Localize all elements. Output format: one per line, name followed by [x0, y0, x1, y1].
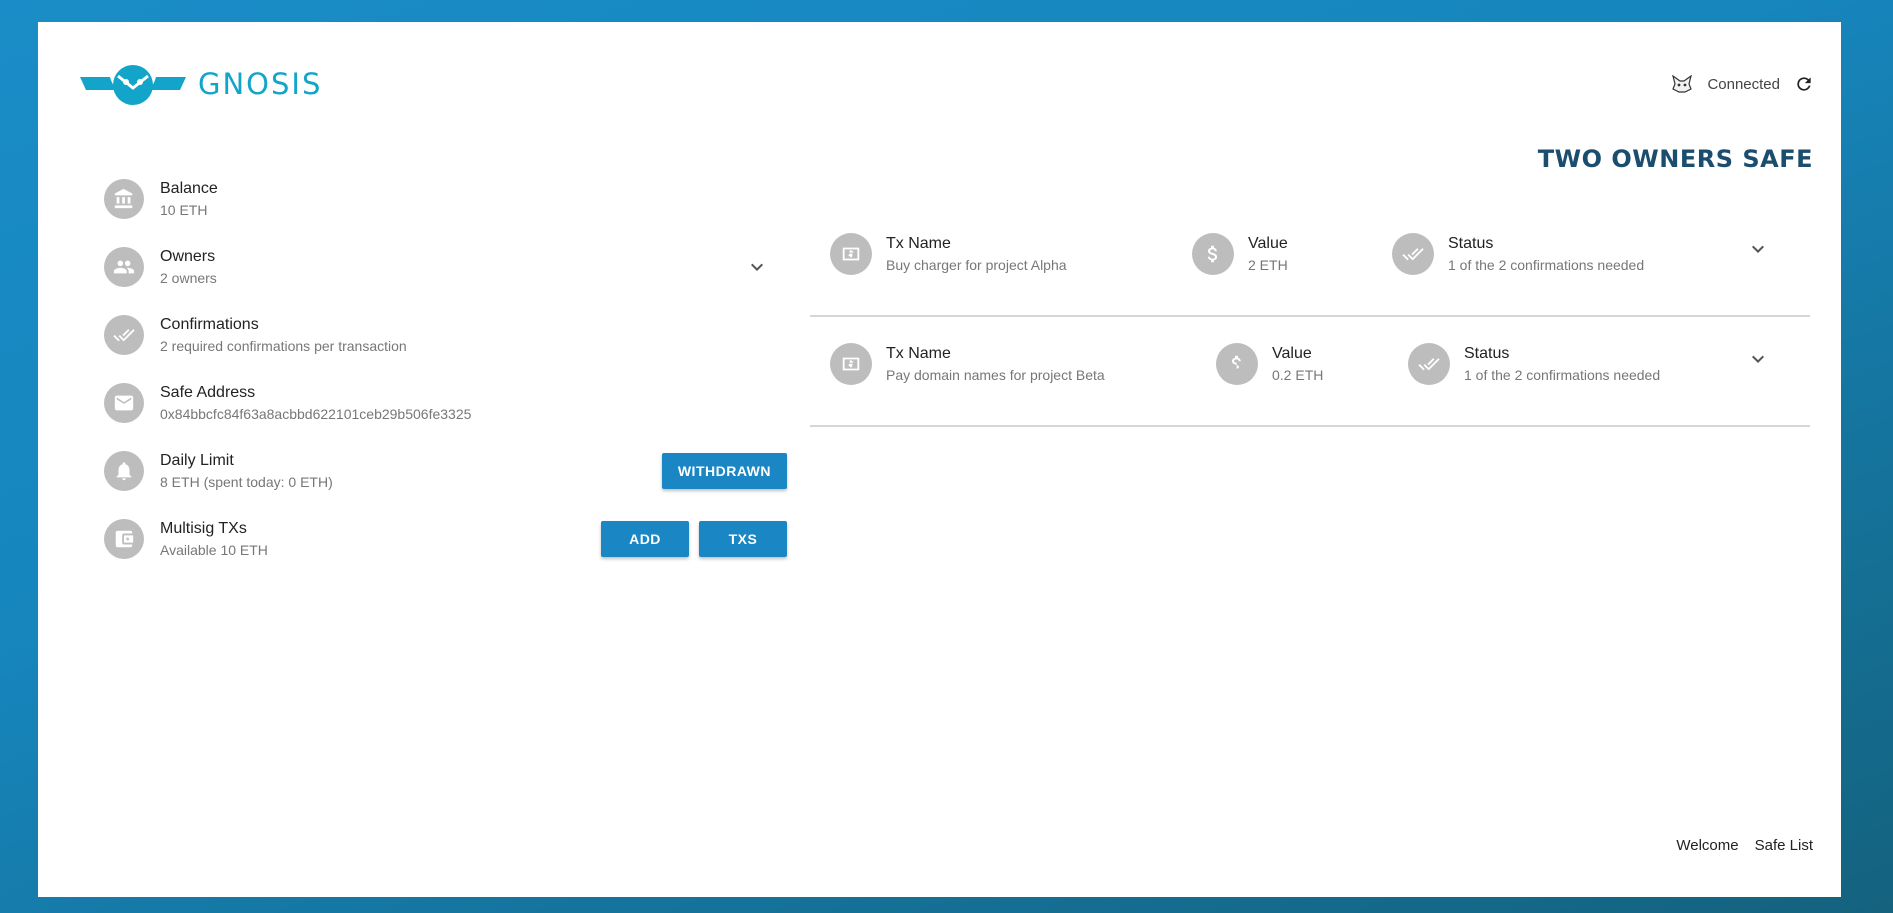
daily-limit-value: 8 ETH (spent today: 0 ETH): [160, 474, 333, 490]
chevron-down-icon[interactable]: [1746, 347, 1770, 371]
safe-title: TWO OWNERS SAFE: [1537, 145, 1813, 173]
double-check-icon: [1392, 233, 1434, 275]
tx-name-value: Buy charger for project Alpha: [886, 257, 1067, 273]
transaction-row[interactable]: Tx Name Buy charger for project Alpha Va…: [810, 207, 1810, 317]
tx-name-label: Tx Name: [886, 345, 951, 362]
wallet-icon: [104, 519, 144, 559]
bank-icon: [104, 179, 144, 219]
confirmations-label: Confirmations: [160, 316, 259, 333]
main-card: GNOSIS Connected TWO OWNERS SAFE Balance…: [38, 22, 1841, 897]
refresh-icon[interactable]: [1794, 74, 1814, 94]
chevron-down-icon[interactable]: [745, 255, 769, 279]
logo-text: GNOSIS: [198, 67, 323, 101]
safe-address-value: 0x84bbcfc84f63a8acbbd622101ceb29b506fe33…: [160, 406, 472, 422]
owners-value: 2 owners: [160, 270, 217, 286]
balance-value: 10 ETH: [160, 202, 208, 218]
welcome-link[interactable]: Welcome: [1676, 837, 1738, 854]
safe-details-list: Balance 10 ETH Owners 2 owners Confirmat…: [104, 165, 787, 573]
tx-value-cell: Value 0.2 ETH: [1216, 343, 1323, 385]
tx-value: 0.2 ETH: [1272, 367, 1324, 383]
transaction-row[interactable]: Tx Name Pay domain names for project Bet…: [810, 317, 1810, 427]
tx-name-label: Tx Name: [886, 235, 951, 252]
txs-button[interactable]: TXS: [699, 521, 787, 557]
tx-status-label: Status: [1448, 235, 1494, 252]
safe-list-link[interactable]: Safe List: [1755, 837, 1813, 854]
money-icon: [830, 343, 872, 385]
footer-nav: Welcome Safe List: [1676, 837, 1813, 854]
tx-value-cell: Value 2 ETH: [1192, 233, 1288, 275]
balance-item: Balance 10 ETH: [104, 165, 787, 233]
owl-logo-icon: [80, 65, 186, 105]
connection-label: Connected: [1707, 75, 1780, 93]
owners-item[interactable]: Owners 2 owners: [104, 233, 787, 301]
owners-label: Owners: [160, 248, 216, 265]
tx-value-label: Value: [1248, 235, 1288, 252]
balance-label: Balance: [160, 180, 218, 197]
double-check-icon: [104, 315, 144, 355]
multisig-value: Available 10 ETH: [160, 542, 268, 558]
tx-status-value: 1 of the 2 confirmations needed: [1448, 257, 1645, 273]
alarm-icon: [104, 451, 144, 491]
safe-address-label: Safe Address: [160, 384, 256, 401]
tx-value: 2 ETH: [1248, 257, 1288, 273]
add-button[interactable]: ADD: [601, 521, 689, 557]
withdraw-button[interactable]: WITHDRAWN: [661, 453, 787, 489]
connection-status: Connected: [1671, 74, 1814, 94]
tx-status-label: Status: [1464, 345, 1510, 362]
transactions-list: Tx Name Buy charger for project Alpha Va…: [810, 207, 1810, 427]
metamask-icon: [1672, 75, 1693, 93]
tx-name-value: Pay domain names for project Beta: [886, 367, 1105, 383]
chevron-down-icon[interactable]: [1746, 237, 1770, 261]
gnosis-logo[interactable]: GNOSIS: [80, 62, 322, 106]
double-check-icon: [1408, 343, 1450, 385]
confirmations-item: Confirmations 2 required confirmations p…: [104, 301, 787, 369]
tx-status-value: 1 of the 2 confirmations needed: [1464, 367, 1661, 383]
daily-limit-item: Daily Limit 8 ETH (spent today: 0 ETH) W…: [104, 437, 787, 505]
dollar-icon: [1192, 233, 1234, 275]
daily-limit-label: Daily Limit: [160, 452, 234, 469]
tx-status-cell: Status 1 of the 2 confirmations needed: [1392, 233, 1644, 275]
money-icon: [830, 233, 872, 275]
multisig-item: Multisig TXs Available 10 ETH ADD TXS: [104, 505, 787, 573]
tx-name-cell: Tx Name Buy charger for project Alpha: [830, 233, 1067, 275]
confirmations-value: 2 required confirmations per transaction: [160, 338, 407, 354]
multisig-label: Multisig TXs: [160, 520, 247, 537]
tx-status-cell: Status 1 of the 2 confirmations needed: [1408, 343, 1660, 385]
mail-icon: [104, 383, 144, 423]
dollar-icon: [1216, 343, 1258, 385]
people-icon: [104, 247, 144, 287]
tx-name-cell: Tx Name Pay domain names for project Bet…: [830, 343, 1105, 385]
tx-value-label: Value: [1272, 345, 1312, 362]
safe-address-item: Safe Address 0x84bbcfc84f63a8acbbd622101…: [104, 369, 787, 437]
